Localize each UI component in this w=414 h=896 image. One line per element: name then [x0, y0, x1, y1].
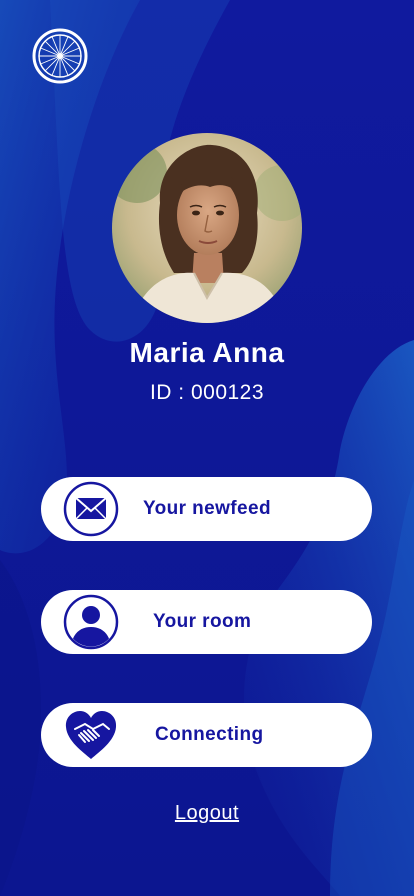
logout-link[interactable]: Logout — [0, 802, 414, 825]
handshake-heart-icon — [63, 707, 119, 763]
profile-avatar — [112, 133, 302, 323]
connecting-label: Connecting — [155, 724, 264, 745]
envelope-icon — [63, 481, 119, 537]
room-button[interactable]: Your room — [41, 590, 372, 654]
avatar-photo — [112, 133, 302, 323]
app-logo[interactable] — [32, 28, 88, 84]
connecting-button[interactable]: Connecting — [41, 703, 372, 767]
room-label: Your room — [153, 611, 252, 632]
profile-name: Maria Anna — [129, 337, 285, 368]
newsfeed-button[interactable]: Your newfeed — [41, 477, 372, 541]
user-icon — [63, 594, 119, 650]
profile-id: ID : 000123 — [149, 381, 265, 404]
bicycle-wheel-icon — [32, 28, 88, 84]
newsfeed-label: Your newfeed — [143, 498, 271, 519]
